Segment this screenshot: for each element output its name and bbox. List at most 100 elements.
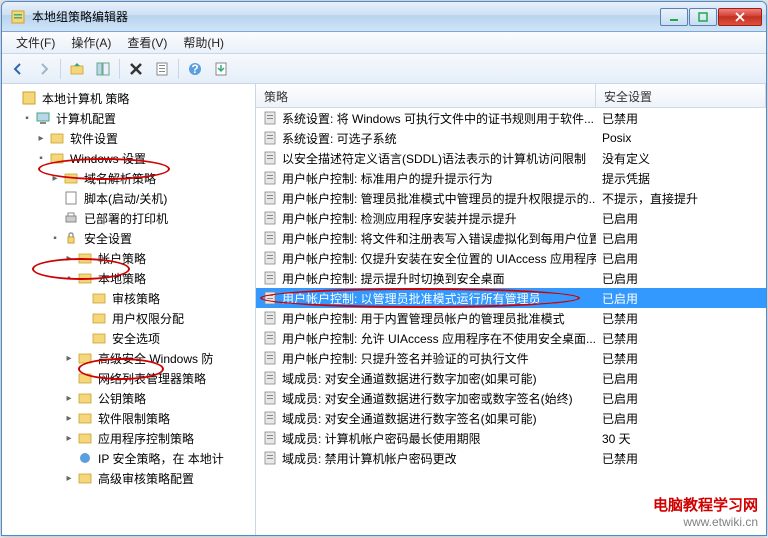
- policy-text: 用户帐户控制: 标准用户的提升提示行为: [282, 170, 493, 187]
- policy-text: 域成员: 对安全通道数据进行数字加密或数字签名(始终): [282, 390, 573, 407]
- list-row[interactable]: 用户帐户控制: 只提升签名并验证的可执行文件 已禁用: [256, 348, 766, 368]
- tree-name-resolution[interactable]: ▸域名解析策略: [2, 168, 255, 188]
- tree-app-control[interactable]: ▸应用程序控制策略: [2, 428, 255, 448]
- tree-user-rights[interactable]: 用户权限分配: [2, 308, 255, 328]
- minimize-button[interactable]: [660, 8, 688, 26]
- list-row[interactable]: 用户帐户控制: 将文件和注册表写入错误虚拟化到每用户位置已启用: [256, 228, 766, 248]
- titlebar[interactable]: 本地组策略编辑器: [2, 2, 766, 32]
- policy-icon: [262, 350, 278, 366]
- tree-advanced-fw[interactable]: ▸高级安全 Windows 防: [2, 348, 255, 368]
- menu-help[interactable]: 帮助(H): [175, 32, 232, 53]
- list-row[interactable]: 用户帐户控制: 检测应用程序安装并提示提升已启用: [256, 208, 766, 228]
- setting-text: Posix: [596, 131, 766, 145]
- setting-text: 已禁用: [596, 110, 766, 127]
- tree-account-policies[interactable]: ▸帐户策略: [2, 248, 255, 268]
- policy-text: 以安全描述符定义语言(SDDL)语法表示的计算机访问限制: [282, 150, 586, 167]
- setting-text: 已启用: [596, 390, 766, 407]
- list-row[interactable]: 用户帐户控制: 用于内置管理员帐户的管理员批准模式 已禁用: [256, 308, 766, 328]
- policy-text: 用户帐户控制: 允许 UIAccess 应用程序在不使用安全桌面...: [282, 330, 596, 347]
- policy-icon: [262, 330, 278, 346]
- policy-icon: [262, 290, 278, 306]
- policy-text: 用户帐户控制: 仅提升安装在安全位置的 UIAccess 应用程序: [282, 250, 596, 267]
- setting-text: 已禁用: [596, 310, 766, 327]
- export-button[interactable]: [209, 57, 233, 81]
- list-row[interactable]: 域成员: 计算机帐户密码最长使用期限 30 天: [256, 428, 766, 448]
- list-row[interactable]: 域成员: 对安全通道数据进行数字加密(如果可能) 已启用: [256, 368, 766, 388]
- tree-windows-settings[interactable]: ▪Windows 设置: [2, 148, 255, 168]
- list-row[interactable]: 用户帐户控制: 允许 UIAccess 应用程序在不使用安全桌面...已禁用: [256, 328, 766, 348]
- policy-icon: [262, 130, 278, 146]
- policy-text: 用户帐户控制: 将文件和注册表写入错误虚拟化到每用户位置: [282, 230, 596, 247]
- setting-text: 提示凭据: [596, 170, 766, 187]
- properties-button[interactable]: [150, 57, 174, 81]
- list-row[interactable]: 用户帐户控制: 以管理员批准模式运行所有管理员已启用: [256, 288, 766, 308]
- svg-text:?: ?: [191, 62, 198, 76]
- tree-security-settings[interactable]: ▪安全设置: [2, 228, 255, 248]
- policy-text: 域成员: 计算机帐户密码最长使用期限: [282, 430, 481, 447]
- policy-text: 用户帐户控制: 用于内置管理员帐户的管理员批准模式: [282, 310, 565, 327]
- policy-icon: [262, 430, 278, 446]
- tree-pane[interactable]: 本地计算机 策略 ▪计算机配置 ▸软件设置 ▪Windows 设置 ▸域名解析策…: [2, 84, 256, 535]
- list-row[interactable]: 域成员: 对安全通道数据进行数字签名(如果可能)已启用: [256, 408, 766, 428]
- policy-icon: [262, 170, 278, 186]
- col-header-policy[interactable]: 策略: [256, 84, 596, 107]
- tree-computer-config[interactable]: ▪计算机配置: [2, 108, 255, 128]
- list-row[interactable]: 以安全描述符定义语言(SDDL)语法表示的计算机访问限制没有定义: [256, 148, 766, 168]
- policy-text: 域成员: 禁用计算机帐户密码更改: [282, 450, 457, 467]
- policy-text: 用户帐户控制: 检测应用程序安装并提示提升: [282, 210, 517, 227]
- policy-icon: [262, 230, 278, 246]
- policy-icon: [262, 270, 278, 286]
- setting-text: 已禁用: [596, 350, 766, 367]
- tree-audit-policy[interactable]: 审核策略: [2, 288, 255, 308]
- list-row[interactable]: 用户帐户控制: 标准用户的提升提示行为 提示凭据: [256, 168, 766, 188]
- list-row[interactable]: 用户帐户控制: 提示提升时切换到安全桌面已启用: [256, 268, 766, 288]
- menu-file[interactable]: 文件(F): [8, 32, 63, 53]
- tree-deployed-printers[interactable]: 已部署的打印机: [2, 208, 255, 228]
- menu-view[interactable]: 查看(V): [119, 32, 175, 53]
- setting-text: 30 天: [596, 430, 766, 447]
- policy-text: 用户帐户控制: 只提升签名并验证的可执行文件: [282, 350, 529, 367]
- policy-text: 域成员: 对安全通道数据进行数字签名(如果可能): [282, 410, 537, 427]
- tree-local-policies[interactable]: ▪本地策略: [2, 268, 255, 288]
- maximize-button[interactable]: [689, 8, 717, 26]
- col-header-setting[interactable]: 安全设置: [596, 84, 766, 107]
- back-button[interactable]: [6, 57, 30, 81]
- tree-advanced-audit[interactable]: ▸高级审核策略配置: [2, 468, 255, 488]
- setting-text: 已启用: [596, 230, 766, 247]
- up-button[interactable]: [65, 57, 89, 81]
- list-row[interactable]: 域成员: 对安全通道数据进行数字加密或数字签名(始终) 已启用: [256, 388, 766, 408]
- list-body: 系统设置: 将 Windows 可执行文件中的证书规则用于软件...已禁用系统设…: [256, 108, 766, 468]
- list-row[interactable]: 用户帐户控制: 仅提升安装在安全位置的 UIAccess 应用程序已启用: [256, 248, 766, 268]
- tree-root[interactable]: 本地计算机 策略: [2, 88, 255, 108]
- policy-text: 域成员: 对安全通道数据进行数字加密(如果可能): [282, 370, 537, 387]
- setting-text: 已启用: [596, 290, 766, 307]
- content-area: 本地计算机 策略 ▪计算机配置 ▸软件设置 ▪Windows 设置 ▸域名解析策…: [2, 84, 766, 535]
- delete-button[interactable]: [124, 57, 148, 81]
- setting-text: 已启用: [596, 250, 766, 267]
- list-row[interactable]: 系统设置: 可选子系统Posix: [256, 128, 766, 148]
- close-button[interactable]: [718, 8, 762, 26]
- list-row[interactable]: 用户帐户控制: 管理员批准模式中管理员的提升权限提示的...不提示，直接提升: [256, 188, 766, 208]
- setting-text: 已启用: [596, 370, 766, 387]
- tree-software-restriction[interactable]: ▸软件限制策略: [2, 408, 255, 428]
- tree-software-settings[interactable]: ▸软件设置: [2, 128, 255, 148]
- setting-text: 已启用: [596, 270, 766, 287]
- window-title: 本地组策略编辑器: [32, 8, 660, 25]
- tree-security-options[interactable]: 安全选项: [2, 328, 255, 348]
- list-row[interactable]: 域成员: 禁用计算机帐户密码更改已禁用: [256, 448, 766, 468]
- list-header: 策略 安全设置: [256, 84, 766, 108]
- policy-icon: [262, 410, 278, 426]
- menu-action[interactable]: 操作(A): [63, 32, 119, 53]
- tree-scripts[interactable]: 脚本(启动/关机): [2, 188, 255, 208]
- tree-network-list[interactable]: 网络列表管理器策略: [2, 368, 255, 388]
- list-pane[interactable]: 策略 安全设置 系统设置: 将 Windows 可执行文件中的证书规则用于软件.…: [256, 84, 766, 535]
- tree-public-key[interactable]: ▸公钥策略: [2, 388, 255, 408]
- help-button[interactable]: ?: [183, 57, 207, 81]
- app-icon: [10, 9, 26, 25]
- list-row[interactable]: 系统设置: 将 Windows 可执行文件中的证书规则用于软件...已禁用: [256, 108, 766, 128]
- forward-button[interactable]: [32, 57, 56, 81]
- show-button[interactable]: [91, 57, 115, 81]
- tree-ip-security[interactable]: IP 安全策略，在 本地计: [2, 448, 255, 468]
- policy-text: 用户帐户控制: 管理员批准模式中管理员的提升权限提示的...: [282, 190, 596, 207]
- setting-text: 没有定义: [596, 150, 766, 167]
